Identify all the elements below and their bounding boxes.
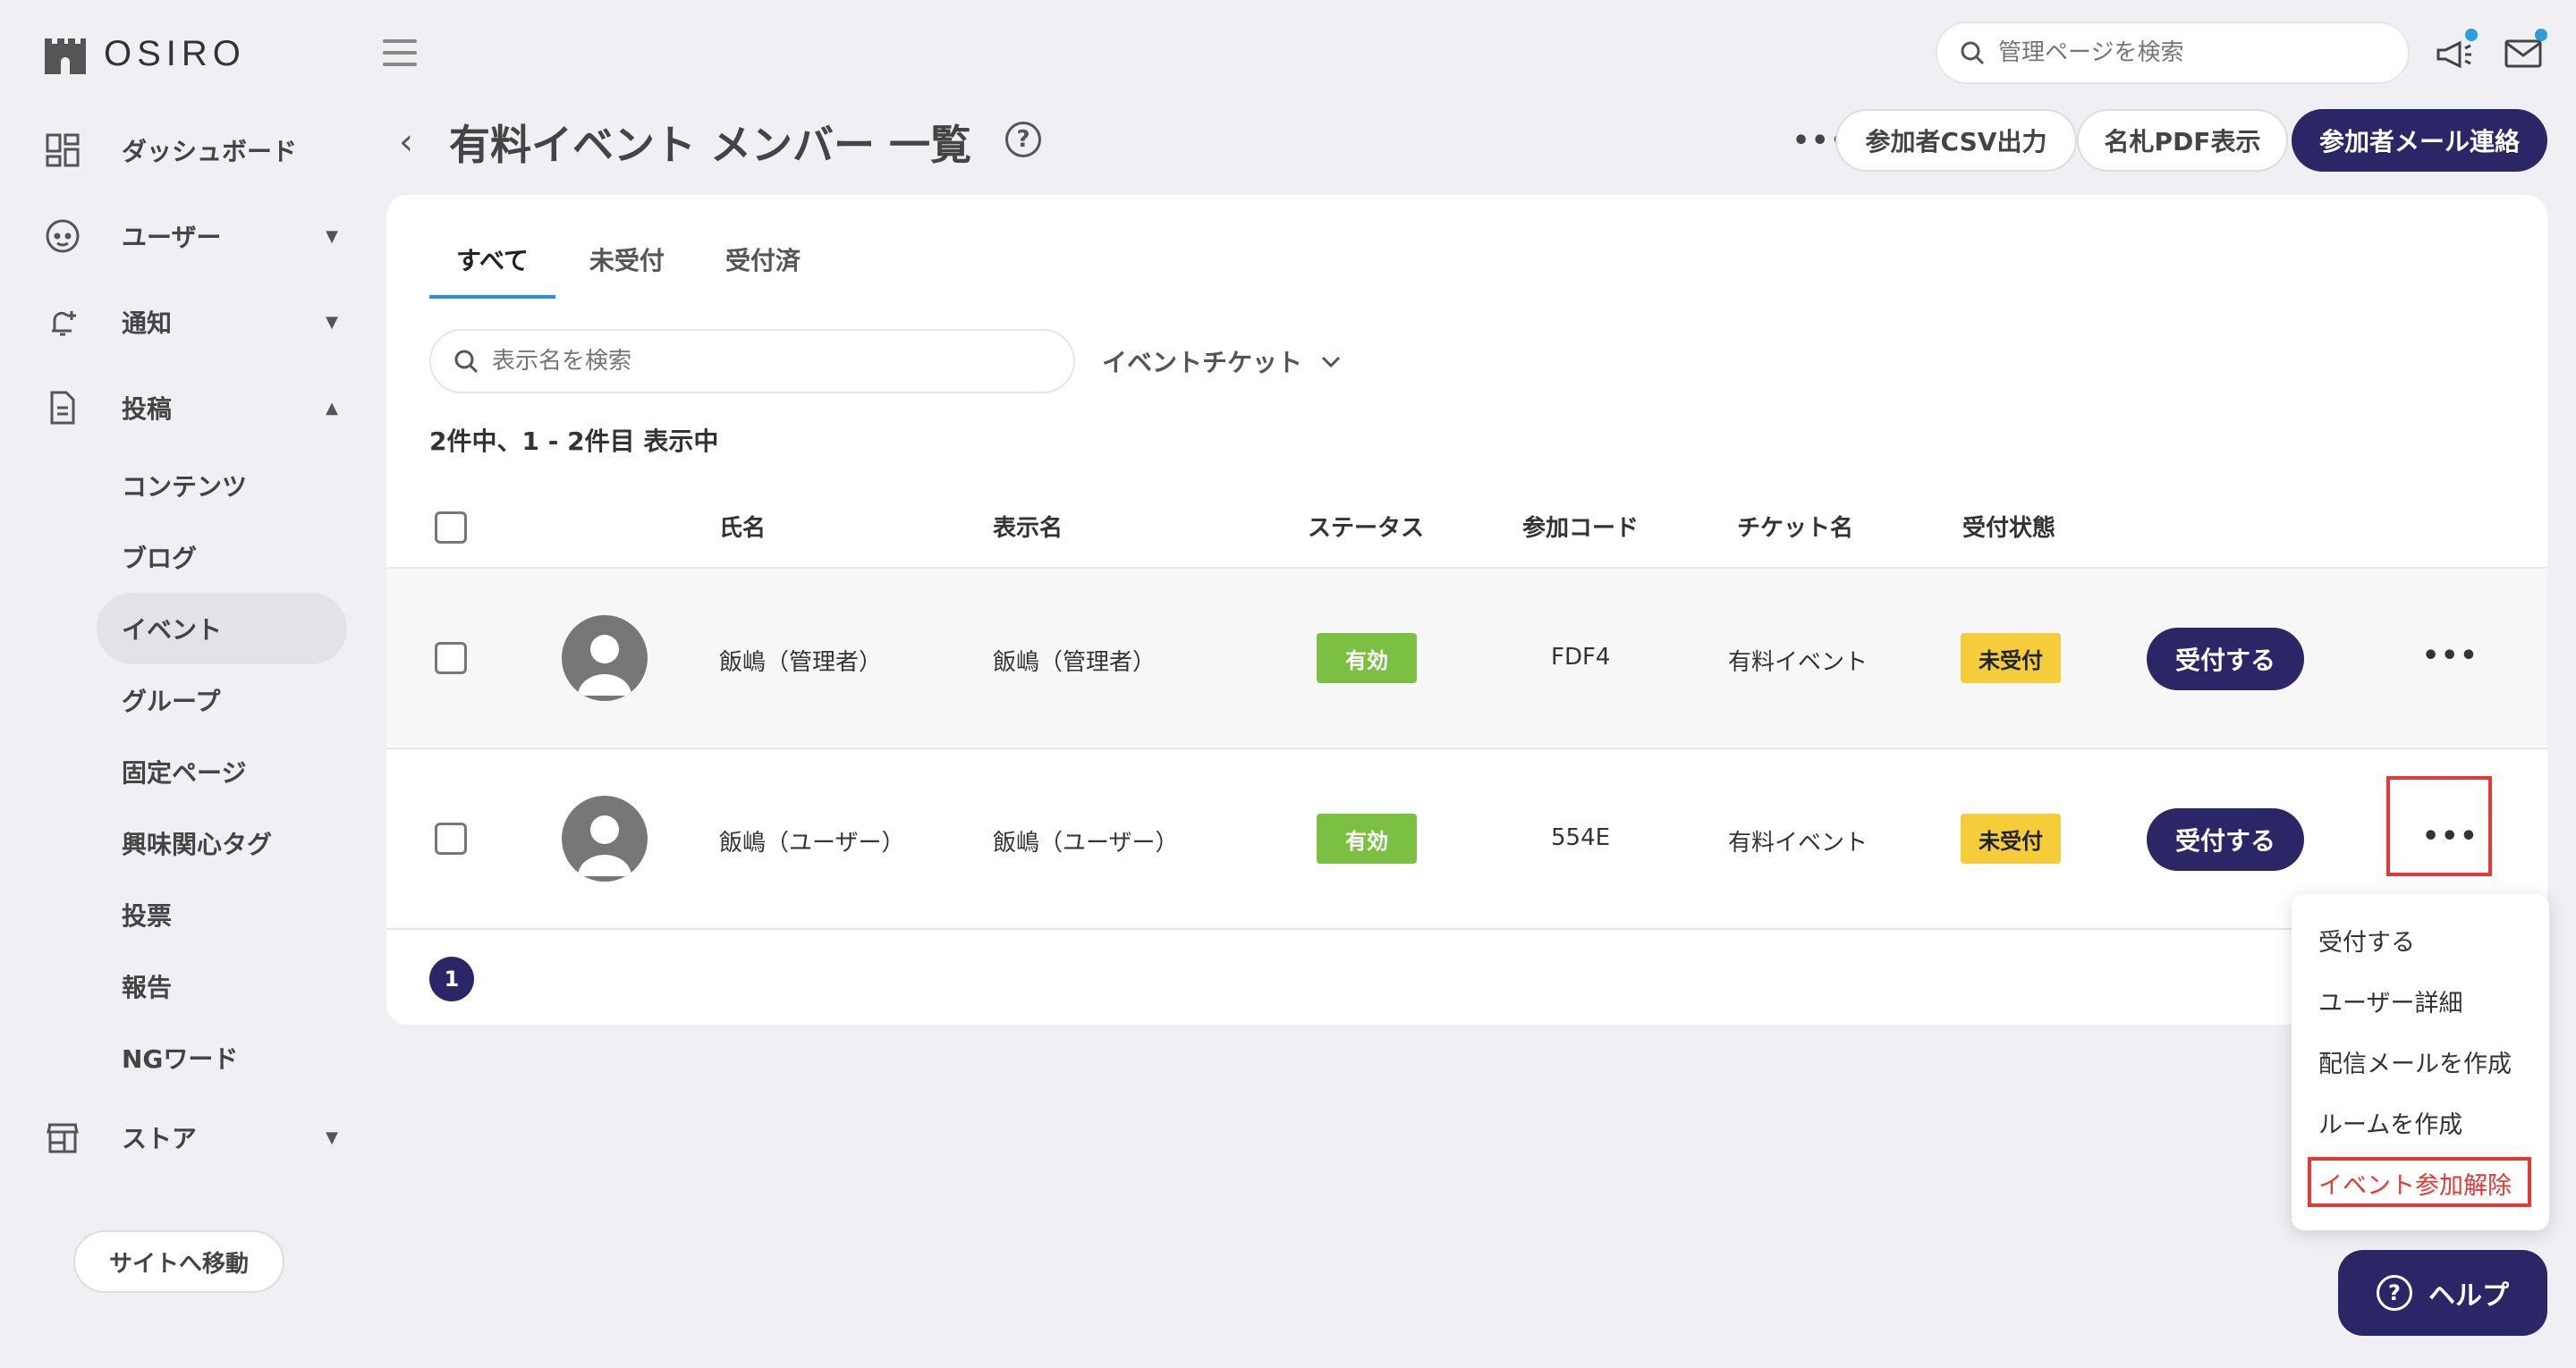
csv-export-button[interactable]: 参加者CSV出力	[1835, 109, 2077, 172]
member-name: 飯嶋（ユーザー）	[719, 830, 905, 857]
sidebar-subitem-groups[interactable]: グループ	[97, 664, 347, 736]
chevron-down-icon	[1321, 356, 1341, 368]
sidebar-subitem-fixed-pages[interactable]: 固定ページ	[97, 736, 347, 807]
member-display-name: 飯嶋（ユーザー）	[993, 830, 1179, 857]
table-row: 飯嶋（管理者） 飯嶋（管理者） 有効 FDF4 有料イベント 未受付 受付する …	[386, 567, 2547, 746]
sidebar-item-label: ストア	[122, 1124, 198, 1153]
help-label: ヘルプ	[2428, 1280, 2509, 1312]
sidebar-item-label: 投稿	[122, 394, 173, 424]
select-all-checkbox[interactable]	[435, 511, 467, 544]
sidebar-item-label: ダッシュボード	[122, 137, 298, 166]
search-icon	[1961, 41, 1985, 65]
ticket-filter-dropdown[interactable]: イベントチケット	[1102, 343, 1342, 379]
sidebar-item-posts[interactable]: 投稿 ▲	[43, 381, 338, 435]
reception-badge: 未受付	[1961, 814, 2061, 864]
back-chevron-icon[interactable]: ‹	[399, 122, 413, 163]
ticket-name: 有料イベント	[1728, 830, 1868, 857]
member-name: 飯嶋（管理者）	[719, 649, 883, 676]
sidebar-item-label: 通知	[122, 308, 173, 338]
row-more-options-icon[interactable]: •••	[2422, 640, 2479, 671]
column-header-reception: 受付状態	[1962, 515, 2056, 542]
column-header-display-name: 表示名	[993, 515, 1063, 542]
row-checkbox[interactable]	[435, 642, 467, 674]
display-name-search-box[interactable]	[429, 329, 1075, 393]
tab-all[interactable]: すべて	[429, 241, 555, 299]
highlight-cancel-item	[2308, 1157, 2531, 1207]
sidebar-subitem-interest-tags[interactable]: 興味関心タグ	[97, 807, 347, 879]
sidebar-item-users[interactable]: ユーザー ▼	[43, 209, 338, 263]
menu-item-create-mail[interactable]: 配信メールを作成	[2318, 1044, 2512, 1079]
castle-logo-icon	[45, 38, 86, 74]
sidebar-subitem-contents[interactable]: コンテンツ	[97, 450, 347, 521]
status-tabs: すべて 未受付 受付済	[429, 241, 835, 299]
sidebar-subitem-events[interactable]: イベント	[97, 593, 347, 664]
sidebar-subitem-polls[interactable]: 投票	[97, 879, 347, 950]
column-header-join-code: 参加コード	[1522, 515, 1640, 542]
menu-toggle-icon[interactable]	[383, 39, 417, 66]
sidebar-subitem-blog[interactable]: ブログ	[97, 521, 347, 593]
megaphone-icon[interactable]	[2435, 29, 2478, 72]
tab-received[interactable]: 受付済	[699, 241, 827, 299]
status-badge: 有効	[1317, 814, 1417, 864]
avatar	[562, 796, 648, 882]
sidebar-item-notifications[interactable]: 通知 ▼	[43, 295, 338, 349]
app-logo[interactable]: OSIRO	[43, 34, 246, 74]
column-header-status: ステータス	[1308, 515, 1425, 542]
menu-item-accept[interactable]: 受付する	[2318, 923, 2415, 958]
status-badge: 有効	[1317, 633, 1417, 683]
sidebar-item-store[interactable]: ストア ▼	[43, 1110, 338, 1164]
bell-plus-icon	[43, 302, 82, 342]
join-code: 554E	[1551, 824, 1611, 851]
sidebar-subitem-reports[interactable]: 報告	[97, 950, 347, 1022]
ticket-name: 有料イベント	[1728, 649, 1868, 676]
avatar	[562, 615, 648, 701]
go-to-site-button[interactable]: サイトへ移動	[73, 1230, 284, 1293]
reception-badge: 未受付	[1961, 633, 2061, 683]
document-icon	[43, 388, 82, 427]
accept-button[interactable]: 受付する	[2147, 808, 2304, 871]
result-count: 2件中、1 - 2件目 表示中	[429, 426, 719, 456]
user-face-icon	[43, 216, 82, 256]
notification-dot	[2535, 29, 2547, 41]
ticket-filter-label: イベントチケット	[1102, 348, 1303, 377]
admin-search-input[interactable]	[1998, 39, 2374, 66]
column-header-name: 氏名	[719, 515, 767, 542]
page-title: 有料イベント メンバー 一覧	[449, 121, 972, 169]
help-question-icon[interactable]: ?	[1005, 122, 1041, 157]
display-name-search-input[interactable]	[492, 348, 868, 375]
column-header-ticket-name: チケット名	[1737, 515, 1854, 542]
logo-text: OSIRO	[104, 34, 246, 73]
mail-icon[interactable]	[2503, 29, 2547, 72]
member-display-name: 飯嶋（管理者）	[993, 649, 1157, 676]
store-icon	[43, 1118, 82, 1157]
sidebar-item-dashboard[interactable]: ダッシュボード	[43, 123, 338, 177]
help-button[interactable]: ? ヘルプ	[2338, 1250, 2547, 1336]
chevron-down-icon: ▼	[326, 1127, 338, 1147]
help-question-icon: ?	[2377, 1275, 2412, 1311]
divider	[386, 928, 2547, 930]
members-card: すべて 未受付 受付済 イベントチケット 2件中、1 - 2件目 表示中 氏名 …	[386, 195, 2547, 1025]
accept-button[interactable]: 受付する	[2147, 628, 2304, 690]
table-row: 飯嶋（ユーザー） 飯嶋（ユーザー） 有効 554E 有料イベント 未受付 受付す…	[386, 747, 2547, 926]
highlight-more-button	[2386, 776, 2492, 876]
menu-item-create-room[interactable]: ルームを作成	[2318, 1105, 2462, 1140]
participant-mail-button[interactable]: 参加者メール連絡	[2292, 109, 2547, 172]
chevron-down-icon: ▼	[326, 226, 338, 246]
sidebar-subitem-ng-words[interactable]: NGワード	[97, 1022, 347, 1094]
notification-dot	[2465, 29, 2478, 41]
row-actions-menu: 受付する ユーザー詳細 配信メールを作成 ルームを作成 イベント参加解除	[2292, 894, 2549, 1230]
dashboard-icon	[43, 131, 82, 170]
sidebar-item-label: ユーザー	[122, 223, 222, 252]
chevron-down-icon: ▼	[326, 312, 338, 332]
search-icon	[454, 350, 479, 374]
name-tag-pdf-button[interactable]: 名札PDF表示	[2077, 109, 2288, 172]
tab-not-received[interactable]: 未受付	[563, 241, 691, 299]
admin-search-box[interactable]	[1936, 21, 2410, 84]
row-checkbox[interactable]	[435, 823, 467, 855]
chevron-up-icon: ▲	[326, 398, 338, 418]
join-code: FDF4	[1551, 644, 1611, 671]
pagination-page[interactable]: 1	[429, 957, 474, 1001]
menu-item-user-detail[interactable]: ユーザー詳細	[2318, 984, 2462, 1018]
